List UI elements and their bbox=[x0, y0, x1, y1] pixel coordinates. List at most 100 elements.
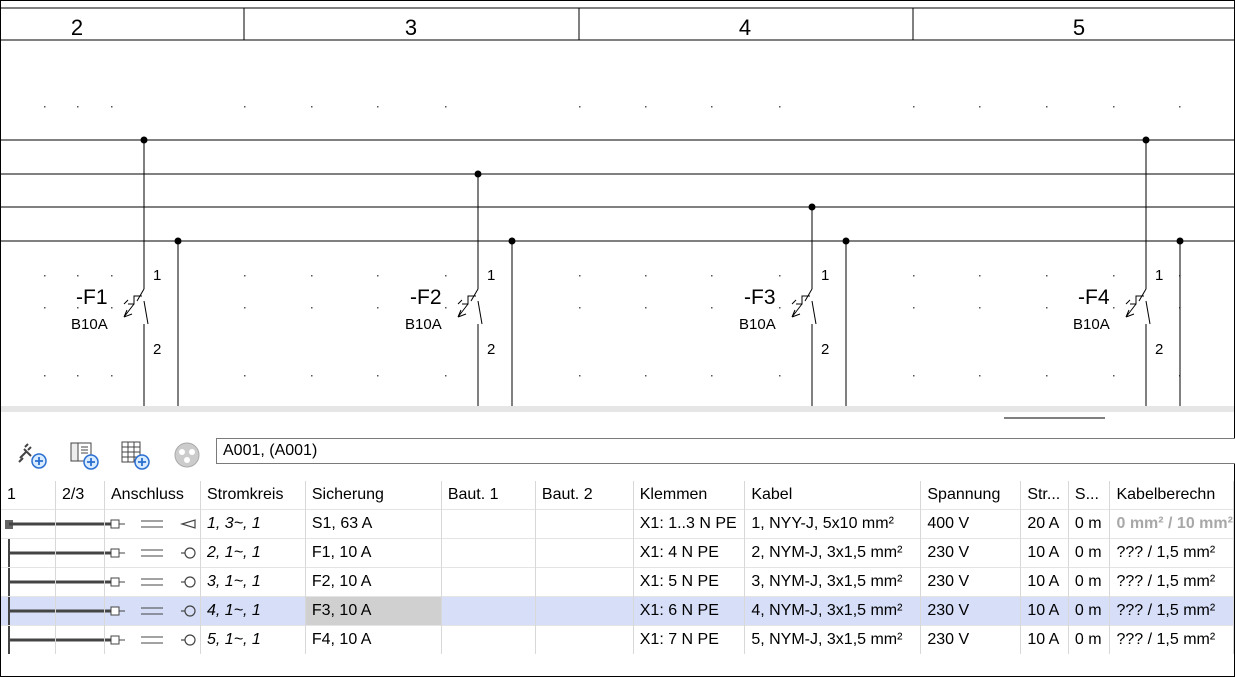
tree-cell[interactable] bbox=[55, 538, 105, 568]
kabelberechnung-cell[interactable]: ??? / 1,5 mm² bbox=[1109, 567, 1234, 597]
kabel-cell[interactable]: 1, NYY-J, 5x10 mm² bbox=[744, 509, 922, 539]
breaker-symbol[interactable] bbox=[457, 174, 513, 406]
stromkreis-cell[interactable]: 5, 1~, 1 bbox=[200, 625, 306, 654]
spannung-cell[interactable]: 230 V bbox=[920, 567, 1022, 597]
breaker-symbol[interactable] bbox=[1125, 140, 1181, 406]
splitter-bar[interactable] bbox=[1, 406, 1234, 412]
length-cell[interactable]: 0 m bbox=[1068, 538, 1111, 568]
sicherung-cell[interactable]: F1, 10 A bbox=[305, 538, 442, 568]
klemmen-cell[interactable]: X1: 5 N PE bbox=[633, 567, 746, 597]
strom-cell[interactable]: 10 A bbox=[1020, 625, 1069, 654]
length-cell[interactable]: 0 m bbox=[1068, 567, 1111, 597]
tree-cell[interactable] bbox=[55, 596, 105, 626]
klemmen-cell[interactable]: X1: 7 N PE bbox=[633, 625, 746, 654]
junction-dot bbox=[140, 136, 148, 144]
device-add-icon[interactable] bbox=[67, 438, 101, 472]
sicherung-cell[interactable]: S1, 63 A bbox=[305, 509, 442, 539]
col-header[interactable]: Kabel bbox=[744, 481, 922, 510]
strom-cell[interactable]: 10 A bbox=[1020, 596, 1069, 626]
table-row[interactable]: 4, 1~, 1 F3, 10 A X1: 6 N PE 4, NYM-J, 3x1,… bbox=[1, 596, 1234, 626]
table-row[interactable]: 2, 1~, 1 F1, 10 A X1: 4 N PE 2, NYM-J, 3x1,… bbox=[1, 538, 1234, 568]
panel-add-icon[interactable] bbox=[118, 438, 152, 472]
kabelberechnung-cell[interactable]: ??? / 1,5 mm² bbox=[1109, 625, 1234, 654]
tree-cell[interactable] bbox=[55, 567, 105, 597]
baut2-cell[interactable] bbox=[535, 567, 634, 597]
grid-dot bbox=[111, 307, 113, 309]
stromkreis-cell[interactable]: 3, 1~, 1 bbox=[200, 567, 306, 597]
stromkreis-cell[interactable]: 1, 3~, 1 bbox=[200, 509, 306, 539]
connection-cell[interactable] bbox=[104, 625, 201, 654]
col-header[interactable]: Str... bbox=[1020, 481, 1069, 510]
tree-cell[interactable] bbox=[1, 596, 56, 626]
table-row[interactable]: 3, 1~, 1 F2, 10 A X1: 5 N PE 3, NYM-J, 3x1,… bbox=[1, 567, 1234, 597]
baut2-cell[interactable] bbox=[535, 625, 634, 654]
connection-cell[interactable] bbox=[104, 596, 201, 626]
stromkreis-cell[interactable]: 4, 1~, 1 bbox=[200, 596, 306, 626]
plug-add-icon[interactable] bbox=[15, 438, 49, 472]
strom-cell[interactable]: 20 A bbox=[1020, 509, 1069, 539]
kabel-cell[interactable]: 2, NYM-J, 3x1,5 mm² bbox=[744, 538, 922, 568]
schematic-canvas[interactable]: 2 3 4 5 -F1 B10A 1 2 -F2 B10A 1 2 -F3 B10A 1 2 -F4 B1… bbox=[1, 1, 1234, 406]
breaker-symbol[interactable] bbox=[123, 140, 179, 406]
device-tag: -F3 bbox=[744, 286, 776, 309]
baut1-cell[interactable] bbox=[441, 596, 536, 626]
kabel-cell[interactable]: 5, NYM-J, 3x1,5 mm² bbox=[744, 625, 922, 654]
baut1-cell[interactable] bbox=[441, 567, 536, 597]
klemmen-cell[interactable]: X1: 1..3 N PE bbox=[633, 509, 746, 539]
breaker-symbol[interactable] bbox=[791, 207, 847, 406]
strom-cell[interactable]: 10 A bbox=[1020, 538, 1069, 568]
tree-cell[interactable] bbox=[1, 538, 56, 568]
tree-cell[interactable] bbox=[1, 509, 56, 539]
baut2-cell[interactable] bbox=[535, 538, 634, 568]
connection-cell[interactable] bbox=[104, 538, 201, 568]
grid-dot bbox=[711, 375, 713, 377]
col-header[interactable]: Baut. 2 bbox=[535, 481, 634, 510]
tree-cell[interactable] bbox=[1, 567, 56, 597]
baut1-cell[interactable] bbox=[441, 509, 536, 539]
col-header[interactable]: 2/3 bbox=[55, 481, 105, 510]
kabel-cell[interactable]: 4, NYM-J, 3x1,5 mm² bbox=[744, 596, 922, 626]
spannung-cell[interactable]: 230 V bbox=[920, 538, 1022, 568]
grid-dot bbox=[579, 106, 581, 108]
klemmen-cell[interactable]: X1: 4 N PE bbox=[633, 538, 746, 568]
baut1-cell[interactable] bbox=[441, 625, 536, 654]
tree-cell[interactable] bbox=[55, 509, 105, 539]
sicherung-cell[interactable]: F4, 10 A bbox=[305, 625, 442, 654]
col-header[interactable]: Baut. 1 bbox=[441, 481, 536, 510]
tree-cell[interactable] bbox=[1, 625, 56, 654]
col-header[interactable]: Anschluss bbox=[104, 481, 201, 510]
col-header[interactable]: 1 bbox=[1, 481, 56, 510]
stromkreis-cell[interactable]: 2, 1~, 1 bbox=[200, 538, 306, 568]
baut2-cell[interactable] bbox=[535, 509, 634, 539]
sicherung-cell[interactable]: F2, 10 A bbox=[305, 567, 442, 597]
col-header[interactable]: Kabelberechn bbox=[1109, 481, 1234, 510]
length-cell[interactable]: 0 m bbox=[1068, 509, 1111, 539]
baut1-cell[interactable] bbox=[441, 538, 536, 568]
col-header[interactable]: Klemmen bbox=[633, 481, 746, 510]
kabelberechnung-cell[interactable]: ??? / 1,5 mm² bbox=[1109, 596, 1234, 626]
kabelberechnung-cell[interactable]: 0 mm² / 10 mm² bbox=[1109, 509, 1234, 539]
strom-cell[interactable]: 10 A bbox=[1020, 567, 1069, 597]
scroll-indicator[interactable] bbox=[1004, 416, 1106, 420]
table-row[interactable]: 5, 1~, 1 F4, 10 A X1: 7 N PE 5, NYM-J, 3x1,… bbox=[1, 625, 1234, 654]
connection-cell[interactable] bbox=[104, 567, 201, 597]
spannung-cell[interactable]: 230 V bbox=[920, 625, 1022, 654]
address-field[interactable]: A001, (A001) bbox=[216, 438, 1235, 464]
spannung-cell[interactable]: 400 V bbox=[920, 509, 1022, 539]
sicherung-cell[interactable]: F3, 10 A bbox=[305, 596, 442, 626]
col-header[interactable]: Sicherung bbox=[305, 481, 442, 510]
col-header[interactable]: S... bbox=[1068, 481, 1111, 510]
length-cell[interactable]: 0 m bbox=[1068, 625, 1111, 654]
spannung-cell[interactable]: 230 V bbox=[920, 596, 1022, 626]
kabel-cell[interactable]: 3, NYM-J, 3x1,5 mm² bbox=[744, 567, 922, 597]
klemmen-cell[interactable]: X1: 6 N PE bbox=[633, 596, 746, 626]
table-row[interactable]: 1, 3~, 1 S1, 63 A X1: 1..3 N PE 1, NYY-J, 5… bbox=[1, 509, 1234, 539]
connection-cell[interactable] bbox=[104, 509, 201, 539]
baut2-cell[interactable] bbox=[535, 596, 634, 626]
length-cell[interactable]: 0 m bbox=[1068, 596, 1111, 626]
col-header[interactable]: Stromkreis bbox=[200, 481, 306, 510]
three-phase-icon[interactable] bbox=[170, 438, 204, 472]
col-header[interactable]: Spannung bbox=[920, 481, 1022, 510]
tree-cell[interactable] bbox=[55, 625, 105, 654]
kabelberechnung-cell[interactable]: ??? / 1,5 mm² bbox=[1109, 538, 1234, 568]
